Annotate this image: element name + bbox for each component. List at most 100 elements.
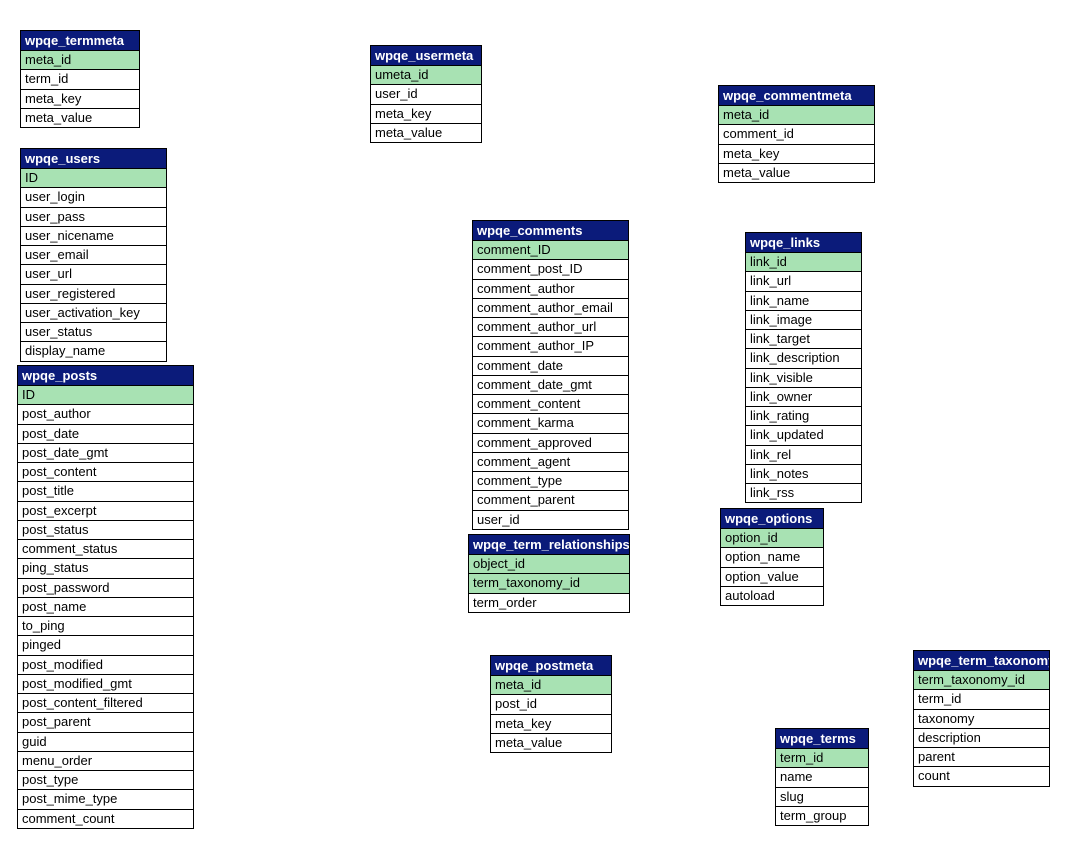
table-header: wpqe_terms <box>776 729 868 749</box>
column-row: name <box>776 768 868 787</box>
table-header: wpqe_term_relationships <box>469 535 629 555</box>
column-row: comment_type <box>473 472 628 491</box>
table-term_relationships[interactable]: wpqe_term_relationshipsobject_idterm_tax… <box>468 534 630 613</box>
column-row: meta_id <box>719 106 874 125</box>
column-row: term_id <box>914 690 1049 709</box>
column-row: comment_post_ID <box>473 260 628 279</box>
column-row: post_mime_type <box>18 790 193 809</box>
column-row: comment_karma <box>473 414 628 433</box>
column-row: meta_id <box>21 51 139 70</box>
column-row: user_pass <box>21 208 166 227</box>
table-commentmeta[interactable]: wpqe_commentmetameta_idcomment_idmeta_ke… <box>718 85 875 183</box>
column-row: meta_key <box>491 715 611 734</box>
column-row: pinged <box>18 636 193 655</box>
column-row: meta_value <box>491 734 611 752</box>
column-row: term_id <box>776 749 868 768</box>
table-postmeta[interactable]: wpqe_postmetameta_idpost_idmeta_keymeta_… <box>490 655 612 753</box>
column-row: link_image <box>746 311 861 330</box>
column-row: post_type <box>18 771 193 790</box>
table-options[interactable]: wpqe_optionsoption_idoption_nameoption_v… <box>720 508 824 606</box>
column-row: comment_author_url <box>473 318 628 337</box>
column-row: guid <box>18 733 193 752</box>
column-row: user_activation_key <box>21 304 166 323</box>
column-row: user_nicename <box>21 227 166 246</box>
column-row: user_id <box>371 85 481 104</box>
table-header: wpqe_commentmeta <box>719 86 874 106</box>
table-header: wpqe_options <box>721 509 823 529</box>
table-term_taxonomy[interactable]: wpqe_term_taxonomyterm_taxonomy_idterm_i… <box>913 650 1050 787</box>
column-row: post_date <box>18 425 193 444</box>
column-row: meta_id <box>491 676 611 695</box>
column-row: user_url <box>21 265 166 284</box>
column-row: comment_date_gmt <box>473 376 628 395</box>
table-header: wpqe_links <box>746 233 861 253</box>
table-comments[interactable]: wpqe_commentscomment_IDcomment_post_IDco… <box>472 220 629 530</box>
table-usermeta[interactable]: wpqe_usermetaumeta_iduser_idmeta_keymeta… <box>370 45 482 143</box>
column-row: term_group <box>776 807 868 825</box>
table-posts[interactable]: wpqe_postsIDpost_authorpost_datepost_dat… <box>17 365 194 829</box>
table-termmeta[interactable]: wpqe_termmetameta_idterm_idmeta_keymeta_… <box>20 30 140 128</box>
table-header: wpqe_termmeta <box>21 31 139 51</box>
column-row: meta_key <box>21 90 139 109</box>
column-row: post_modified_gmt <box>18 675 193 694</box>
column-row: comment_agent <box>473 453 628 472</box>
column-row: comment_author_IP <box>473 337 628 356</box>
table-header: wpqe_comments <box>473 221 628 241</box>
column-row: user_status <box>21 323 166 342</box>
column-row: comment_parent <box>473 491 628 510</box>
column-row: term_taxonomy_id <box>914 671 1049 690</box>
column-row: link_notes <box>746 465 861 484</box>
column-row: link_rel <box>746 446 861 465</box>
column-row: slug <box>776 788 868 807</box>
column-row: term_taxonomy_id <box>469 574 629 593</box>
column-row: post_content_filtered <box>18 694 193 713</box>
column-row: comment_ID <box>473 241 628 260</box>
column-row: option_value <box>721 568 823 587</box>
column-row: umeta_id <box>371 66 481 85</box>
column-row: ID <box>18 386 193 405</box>
column-row: post_date_gmt <box>18 444 193 463</box>
column-row: ID <box>21 169 166 188</box>
column-row: link_url <box>746 272 861 291</box>
column-row: meta_key <box>719 145 874 164</box>
column-row: parent <box>914 748 1049 767</box>
column-row: user_registered <box>21 285 166 304</box>
column-row: link_rss <box>746 484 861 502</box>
table-links[interactable]: wpqe_linkslink_idlink_urllink_namelink_i… <box>745 232 862 503</box>
column-row: object_id <box>469 555 629 574</box>
column-row: comment_content <box>473 395 628 414</box>
column-row: link_description <box>746 349 861 368</box>
column-row: link_id <box>746 253 861 272</box>
column-row: meta_value <box>719 164 874 182</box>
column-row: option_id <box>721 529 823 548</box>
column-row: menu_order <box>18 752 193 771</box>
column-row: link_owner <box>746 388 861 407</box>
column-row: description <box>914 729 1049 748</box>
column-row: link_updated <box>746 426 861 445</box>
column-row: taxonomy <box>914 710 1049 729</box>
column-row: link_rating <box>746 407 861 426</box>
table-header: wpqe_postmeta <box>491 656 611 676</box>
column-row: post_author <box>18 405 193 424</box>
column-row: comment_id <box>719 125 874 144</box>
column-row: user_id <box>473 511 628 529</box>
column-row: meta_key <box>371 105 481 124</box>
column-row: term_id <box>21 70 139 89</box>
column-row: link_target <box>746 330 861 349</box>
table-header: wpqe_users <box>21 149 166 169</box>
table-users[interactable]: wpqe_usersIDuser_loginuser_passuser_nice… <box>20 148 167 362</box>
column-row: display_name <box>21 342 166 360</box>
column-row: post_parent <box>18 713 193 732</box>
column-row: comment_count <box>18 810 193 828</box>
column-row: to_ping <box>18 617 193 636</box>
table-terms[interactable]: wpqe_termsterm_idnameslugterm_group <box>775 728 869 826</box>
table-header: wpqe_usermeta <box>371 46 481 66</box>
column-row: post_title <box>18 482 193 501</box>
column-row: user_email <box>21 246 166 265</box>
table-header: wpqe_term_taxonomy <box>914 651 1049 671</box>
column-row: post_content <box>18 463 193 482</box>
column-row: post_password <box>18 579 193 598</box>
column-row: post_modified <box>18 656 193 675</box>
column-row: comment_author <box>473 280 628 299</box>
table-header: wpqe_posts <box>18 366 193 386</box>
